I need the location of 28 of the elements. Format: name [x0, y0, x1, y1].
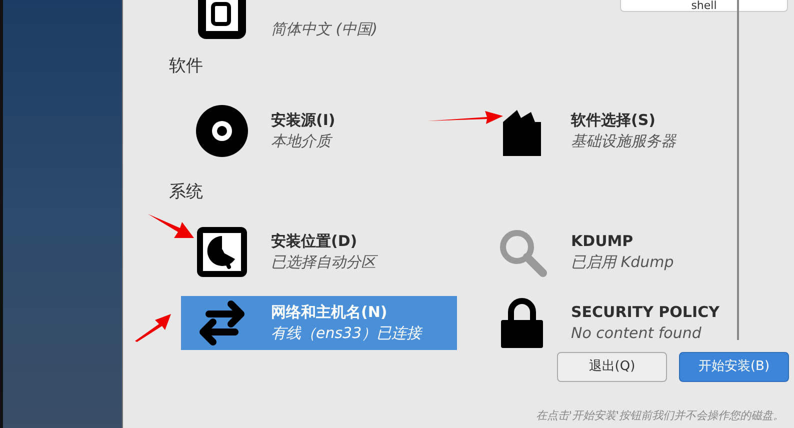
item-status: 简体中文 (中国) — [271, 18, 378, 40]
item-status: No content found — [571, 323, 702, 344]
item-status: 本地介质 — [271, 130, 334, 152]
item-status: 有线（ens33）已连接 — [271, 323, 422, 344]
begin-install-button[interactable]: 开始安装(B) — [679, 352, 789, 382]
item-status: 已选择自动分区 — [271, 252, 376, 273]
tooltip: shell — [620, 0, 788, 12]
section-title: 系统 — [169, 180, 204, 204]
spoke-item[interactable]: 安装源(I) 本地介质 — [181, 104, 457, 158]
language-icon — [195, 0, 249, 42]
item-status: 基础设施服务器 — [571, 130, 676, 152]
disc-icon — [195, 104, 249, 158]
item-title: 网络和主机名(N) — [271, 302, 388, 323]
spoke-item[interactable]: 软件选择(S) 基础设施服务器 — [481, 104, 757, 158]
item-status: 已启用 Kdump — [571, 252, 674, 273]
item-title: SECURITY POLICY — [571, 302, 720, 323]
item-title: 安装位置(D) — [271, 231, 358, 252]
section-title: 软件 — [169, 55, 204, 78]
spoke-item[interactable]: KDUMP 已启用 Kdump — [481, 225, 757, 279]
annotation-arrow — [148, 212, 194, 240]
quit-button[interactable]: 退出(Q) — [557, 352, 667, 382]
item-title: 软件选择(S) — [571, 110, 657, 130]
spoke-item[interactable]: SECURITY POLICY No content found — [481, 296, 757, 350]
item-title: KDUMP — [571, 231, 634, 252]
spoke-item[interactable]: 安装位置(D) 已选择自动分区 — [181, 225, 457, 279]
annotation-arrow — [135, 314, 171, 342]
item-title: 安装源(I) — [271, 110, 336, 130]
footer-note: 在点击'开始安装'按钮前我们并不会操作您的磁盘。 — [534, 408, 785, 424]
